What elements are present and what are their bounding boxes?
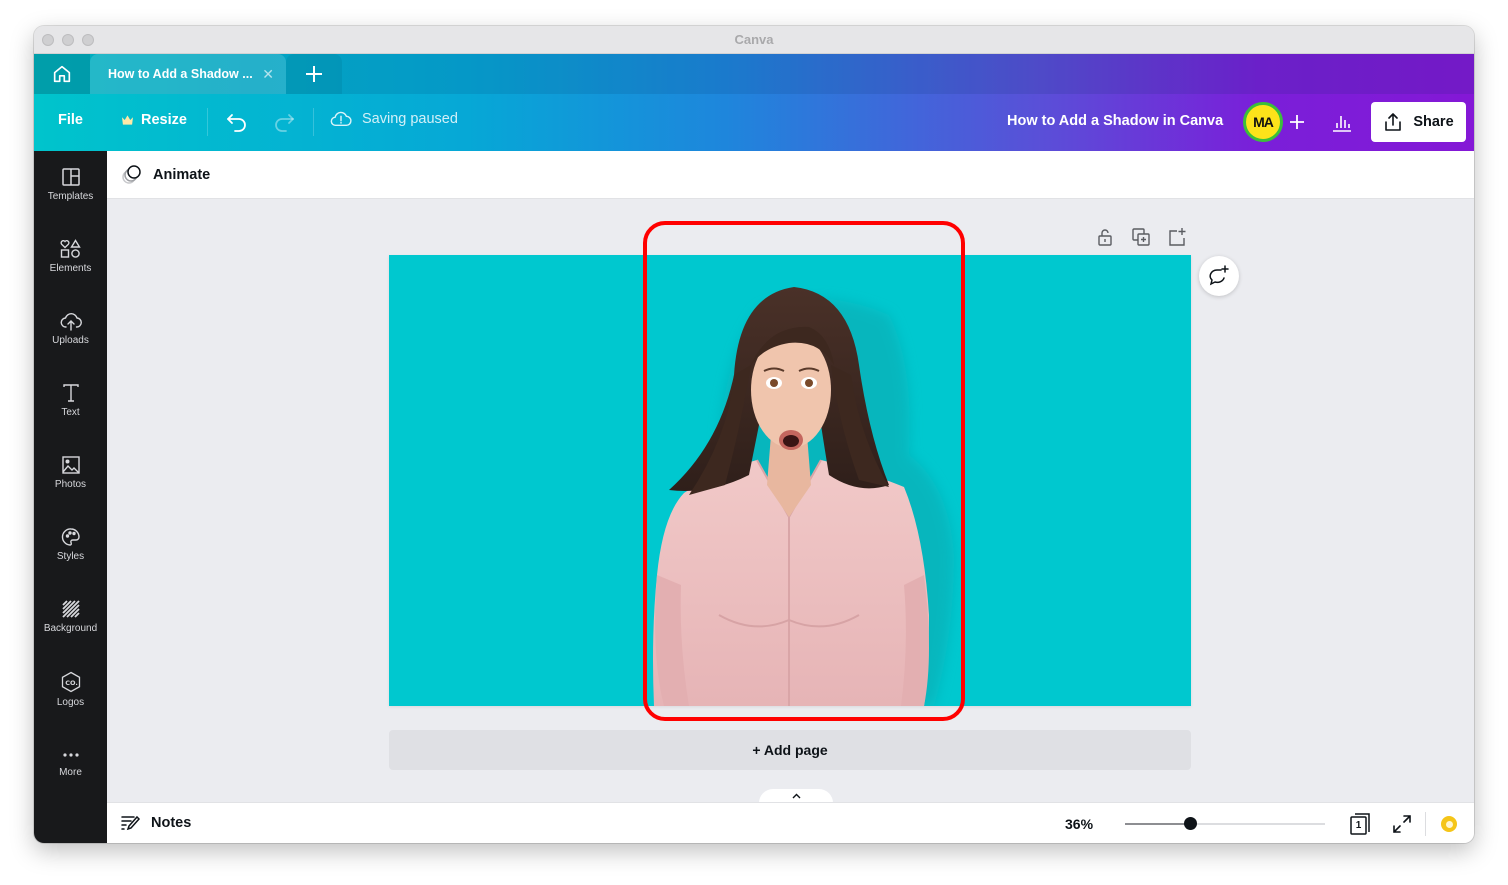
top-bar: How to Add a Shadow ... ✕ File Resize Sa… bbox=[34, 54, 1474, 151]
undo-icon[interactable] bbox=[226, 112, 248, 132]
text-icon bbox=[62, 384, 79, 402]
resize-button[interactable]: Resize bbox=[122, 112, 187, 128]
new-tab-button[interactable] bbox=[286, 54, 342, 94]
sidebar-item-label: Background bbox=[43, 623, 98, 634]
notes-button[interactable]: Notes bbox=[121, 814, 191, 832]
file-menu[interactable]: File bbox=[58, 112, 83, 128]
more-dots-icon bbox=[62, 753, 79, 757]
sidebar-item-label: Styles bbox=[56, 551, 85, 562]
sidebar-item-label: Logos bbox=[56, 697, 85, 708]
sidebar-item-background[interactable]: Background bbox=[34, 599, 107, 659]
menu-row: File Resize Saving paused How to Add a S… bbox=[34, 94, 1474, 151]
help-icon[interactable] bbox=[1441, 816, 1457, 832]
collapse-panel-button[interactable] bbox=[759, 789, 833, 803]
crown-icon bbox=[122, 115, 133, 125]
avatar-initials: MA bbox=[1253, 114, 1274, 130]
share-button[interactable]: Share bbox=[1371, 102, 1466, 142]
page-count: 1 bbox=[1355, 820, 1362, 831]
titlebar: Canva bbox=[34, 26, 1474, 54]
cloud-alert-icon bbox=[330, 111, 352, 127]
divider bbox=[207, 108, 208, 136]
add-comment-button[interactable] bbox=[1199, 256, 1239, 296]
page-tools bbox=[1095, 227, 1187, 247]
sidebar-item-label: Elements bbox=[49, 263, 92, 274]
document-tab[interactable]: How to Add a Shadow ... ✕ bbox=[90, 54, 286, 94]
sidebar-item-elements[interactable]: Elements bbox=[34, 239, 107, 299]
add-page-label: + Add page bbox=[752, 742, 828, 758]
sidebar-item-uploads[interactable]: Uploads bbox=[34, 311, 107, 371]
duplicate-page-icon[interactable] bbox=[1131, 227, 1151, 247]
document-tab-label: How to Add a Shadow ... bbox=[108, 67, 253, 81]
sidebar-item-label: Templates bbox=[47, 191, 94, 202]
cloud-upload-icon bbox=[60, 313, 82, 331]
animate-button[interactable]: Animate bbox=[121, 164, 210, 186]
notes-pencil-icon bbox=[121, 815, 141, 831]
home-tab[interactable] bbox=[34, 54, 90, 94]
add-collaborator-button[interactable] bbox=[1285, 110, 1309, 134]
add-page-button[interactable]: + Add page bbox=[389, 730, 1191, 770]
divider bbox=[313, 108, 314, 136]
page-count-button[interactable]: 1 bbox=[1348, 812, 1372, 836]
canvas-area: + Add page bbox=[107, 199, 1474, 803]
upload-icon bbox=[1385, 113, 1402, 131]
highlight-box bbox=[643, 221, 965, 721]
sidebar-item-more[interactable]: More bbox=[34, 743, 107, 803]
sidebar-item-styles[interactable]: Styles bbox=[34, 527, 107, 587]
expand-icon[interactable] bbox=[1391, 813, 1413, 835]
add-comment-icon bbox=[1209, 265, 1229, 286]
footer-bar: Notes 36% 1 bbox=[107, 802, 1474, 843]
background-pattern-icon bbox=[61, 600, 80, 618]
sidebar-item-label: Text bbox=[61, 407, 80, 418]
templates-icon bbox=[61, 168, 80, 186]
sidebar: Templates Elements Uploads Text Photos S… bbox=[34, 151, 107, 843]
share-label: Share bbox=[1413, 114, 1454, 130]
image-icon bbox=[61, 456, 80, 474]
palette-icon bbox=[61, 528, 80, 546]
sidebar-item-label: Photos bbox=[54, 479, 87, 490]
divider bbox=[1425, 812, 1426, 836]
app-window: Canva How to Add a Shadow ... ✕ File Res… bbox=[34, 26, 1474, 843]
sidebar-item-logos[interactable]: CO. Logos bbox=[34, 671, 107, 731]
animate-circles-icon bbox=[122, 165, 141, 184]
bar-chart-icon[interactable] bbox=[1330, 110, 1354, 134]
saving-status-label: Saving paused bbox=[362, 111, 458, 127]
chevron-up-icon bbox=[792, 793, 800, 799]
avatar[interactable]: MA bbox=[1243, 102, 1283, 142]
svg-text:CO.: CO. bbox=[65, 679, 78, 687]
zoom-slider[interactable] bbox=[1125, 823, 1325, 825]
sidebar-item-templates[interactable]: Templates bbox=[34, 167, 107, 227]
shapes-icon bbox=[59, 239, 81, 258]
file-label: File bbox=[58, 112, 83, 128]
plus-icon bbox=[306, 66, 322, 82]
resize-label: Resize bbox=[141, 112, 187, 128]
add-page-icon[interactable] bbox=[1167, 227, 1187, 247]
home-icon bbox=[53, 65, 71, 83]
logo-hexagon-icon: CO. bbox=[61, 671, 80, 693]
zoom-slider-thumb[interactable] bbox=[1183, 817, 1197, 830]
sidebar-item-label: Uploads bbox=[52, 335, 89, 346]
zoom-slider-fill bbox=[1125, 823, 1190, 825]
notes-label: Notes bbox=[151, 815, 192, 831]
document-title[interactable]: How to Add a Shadow in Canva bbox=[1007, 113, 1223, 129]
tab-row: How to Add a Shadow ... ✕ bbox=[34, 54, 1474, 94]
animate-label: Animate bbox=[153, 167, 211, 183]
sidebar-item-label: More bbox=[59, 767, 82, 778]
zoom-level[interactable]: 36% bbox=[1065, 816, 1093, 832]
plus-icon bbox=[1290, 115, 1304, 129]
context-toolbar: Animate bbox=[107, 151, 1474, 199]
saving-status[interactable]: Saving paused bbox=[330, 110, 458, 128]
sidebar-item-photos[interactable]: Photos bbox=[34, 455, 107, 515]
sidebar-item-text[interactable]: Text bbox=[34, 383, 107, 443]
window-title: Canva bbox=[734, 32, 774, 47]
close-icon[interactable]: ✕ bbox=[262, 66, 274, 83]
redo-icon[interactable] bbox=[273, 112, 295, 132]
help-icon-center bbox=[1445, 820, 1453, 828]
lock-icon[interactable] bbox=[1095, 227, 1115, 247]
